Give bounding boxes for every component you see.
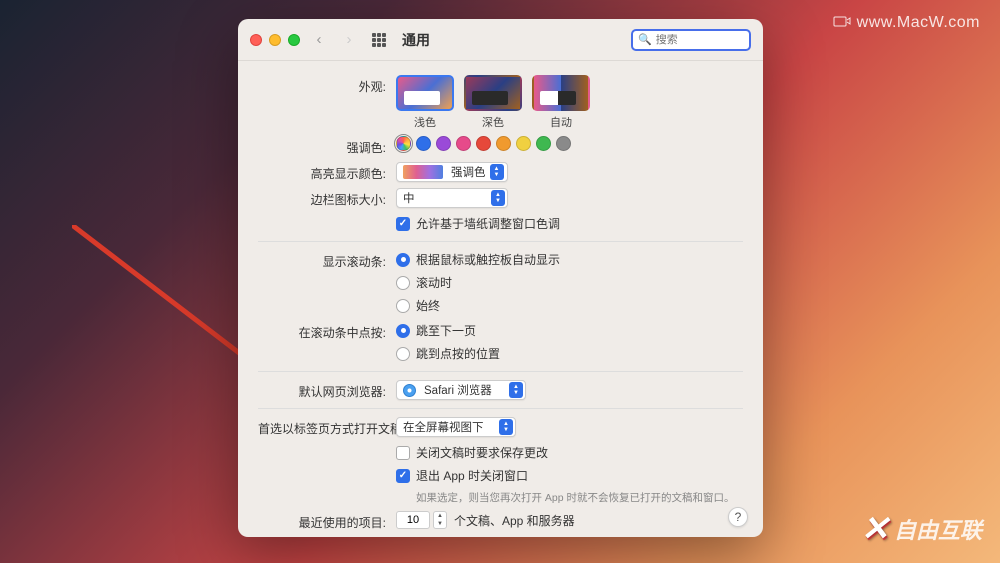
accent-purple[interactable] — [436, 136, 451, 151]
scrollbar-scrolling-radio[interactable]: 滚动时 — [396, 273, 743, 292]
accent-yellow[interactable] — [516, 136, 531, 151]
appearance-auto[interactable]: 自动 — [532, 75, 590, 130]
highlight-swatch — [403, 165, 443, 179]
accent-pink[interactable] — [456, 136, 471, 151]
accent-gray[interactable] — [556, 136, 571, 151]
appearance-label: 外观: — [258, 75, 396, 95]
tabs-label: 首选以标签页方式打开文稿: — [258, 417, 396, 437]
wallpaper-tint-checkbox[interactable]: ✓允许基于墙纸调整窗口色调 — [396, 214, 743, 233]
close-confirm-checkbox[interactable]: 关闭文稿时要求保存更改 — [396, 443, 743, 462]
recent-label: 最近使用的项目: — [258, 511, 396, 531]
zoom-button[interactable] — [288, 34, 300, 46]
close-button[interactable] — [250, 34, 262, 46]
chevron-updown-icon: ▲▼ — [509, 382, 523, 398]
sidebar-size-label: 边栏图标大小: — [258, 188, 396, 208]
watermark: www.MacW.com — [833, 14, 980, 32]
divider — [258, 241, 743, 242]
recent-count-field[interactable] — [396, 511, 430, 529]
close-windows-hint: 如果选定，则当您再次打开 App 时就不会恢复已打开的文稿和窗口。 — [396, 490, 743, 505]
accent-colors — [396, 136, 743, 151]
divider — [258, 408, 743, 409]
accent-blue[interactable] — [416, 136, 431, 151]
close-windows-checkbox[interactable]: ✓退出 App 时关闭窗口 — [396, 466, 743, 485]
recent-stepper[interactable]: ▲▼ — [433, 511, 447, 529]
help-button[interactable]: ? — [728, 507, 748, 527]
scroll-click-spot-radio[interactable]: 跳到点按的位置 — [396, 344, 743, 363]
appearance-dark[interactable]: 深色 — [464, 75, 522, 130]
chevron-updown-icon: ▲▼ — [499, 419, 513, 435]
accent-multicolor[interactable] — [396, 136, 411, 151]
minimize-button[interactable] — [269, 34, 281, 46]
preferences-window: ‹ › 通用 🔍 外观: 浅色 深色 — [238, 19, 763, 537]
scroll-click-page-radio[interactable]: 跳至下一页 — [396, 321, 743, 340]
chevron-updown-icon: ▲▼ — [490, 164, 504, 180]
window-title: 通用 — [402, 30, 430, 50]
search-icon: 🔍 — [638, 33, 652, 46]
divider — [258, 371, 743, 372]
accent-orange[interactable] — [496, 136, 511, 151]
browser-select[interactable]: Safari 浏览器 ▲▼ — [396, 380, 526, 400]
traffic-lights — [250, 34, 300, 46]
brand-logo: ✕自由互联 — [860, 509, 982, 549]
sidebar-size-select[interactable]: 中 ▲▼ — [396, 188, 508, 208]
scrollbar-auto-radio[interactable]: 根据鼠标或触控板自动显示 — [396, 250, 743, 269]
show-all-button[interactable] — [368, 29, 390, 51]
accent-green[interactable] — [536, 136, 551, 151]
appearance-light[interactable]: 浅色 — [396, 75, 454, 130]
search-field[interactable]: 🔍 — [631, 29, 751, 51]
scrollbar-always-radio[interactable]: 始终 — [396, 296, 743, 315]
chevron-updown-icon: ▲▼ — [491, 190, 505, 206]
accent-label: 强调色: — [258, 136, 396, 156]
titlebar: ‹ › 通用 🔍 — [238, 19, 763, 61]
highlight-label: 高亮显示颜色: — [258, 162, 396, 182]
scrollbar-label: 显示滚动条: — [258, 250, 396, 270]
accent-red[interactable] — [476, 136, 491, 151]
highlight-select[interactable]: 强调色 ▲▼ — [396, 162, 508, 182]
back-button[interactable]: ‹ — [308, 29, 330, 51]
forward-button[interactable]: › — [338, 29, 360, 51]
content-area: 外观: 浅色 深色 自动 — [238, 61, 763, 537]
safari-icon — [403, 384, 416, 397]
browser-label: 默认网页浏览器: — [258, 380, 396, 400]
search-input[interactable] — [656, 34, 744, 46]
tabs-select[interactable]: 在全屏幕视图下 ▲▼ — [396, 417, 516, 437]
scroll-click-label: 在滚动条中点按: — [258, 321, 396, 341]
